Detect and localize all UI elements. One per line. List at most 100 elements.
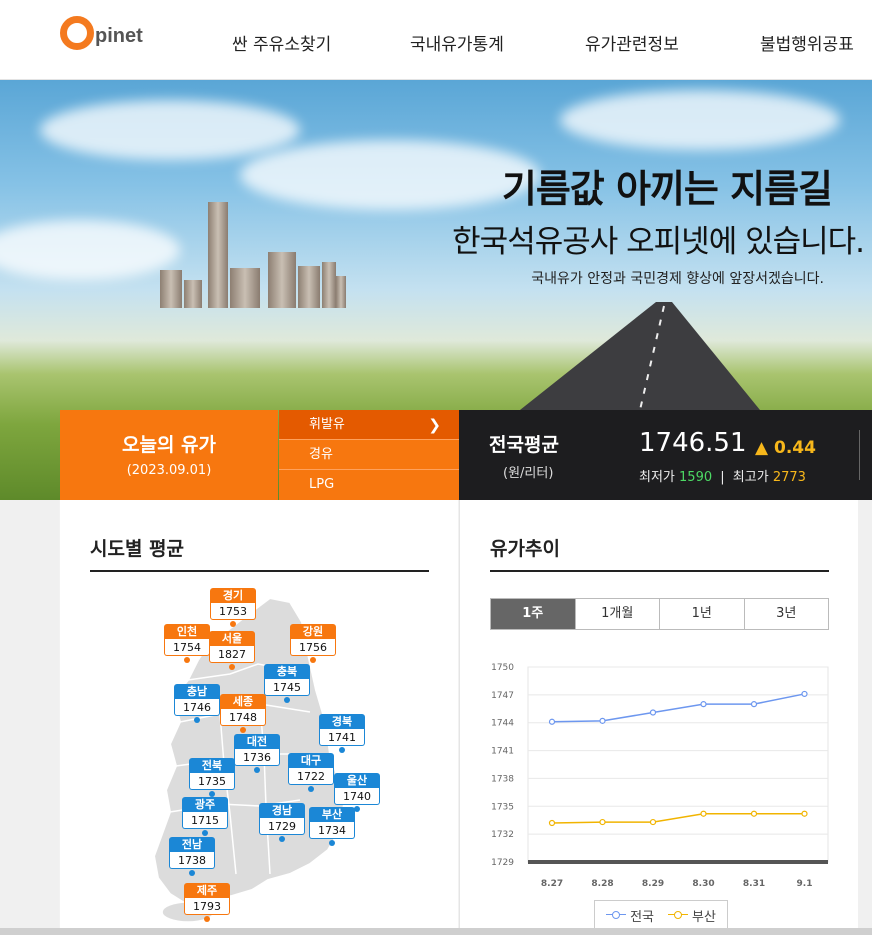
region-value: 1741 [319, 729, 365, 746]
region-incheon[interactable]: 인천 1754 [164, 624, 210, 663]
nav-domestic-stats[interactable]: 국내유가통계 [410, 30, 504, 55]
region-dot [284, 697, 290, 703]
max-price-label: 최고가 [732, 470, 769, 485]
nav-cheap-station[interactable]: 싼 주유소찾기 [232, 30, 331, 55]
top-header: pinet 싼 주유소찾기 국내유가통계 유가관련정보 불법행위공표 [0, 0, 872, 80]
region-gyeongnam[interactable]: 경남 1729 [259, 803, 305, 842]
region-value: 1753 [210, 603, 256, 620]
region-name: 대구 [288, 753, 334, 768]
right-margin [858, 500, 872, 935]
fuel-tab-diesel[interactable]: 경유 [279, 440, 459, 470]
region-daegu[interactable]: 대구 1722 [288, 753, 334, 792]
min-price-label: 최저가 [639, 470, 675, 485]
region-dot [339, 747, 345, 753]
tab-1week[interactable]: 1주 [491, 599, 575, 629]
series-point [548, 819, 556, 827]
region-name: 인천 [164, 624, 210, 639]
series-point [649, 818, 657, 826]
region-dot [310, 657, 316, 663]
region-ulsan[interactable]: 울산 1740 [334, 773, 380, 812]
legend-label: 부산 [692, 909, 716, 925]
y-tick-label: 1738 [491, 774, 514, 784]
region-name: 울산 [334, 773, 380, 788]
national-average-change: ▲ 0.44 [755, 438, 816, 458]
tab-1year[interactable]: 1년 [659, 599, 744, 629]
national-average-value: 1746.51 [639, 428, 747, 458]
legend-item-busan[interactable]: 부산 [668, 906, 716, 925]
fuel-tab-label: 경유 [309, 447, 333, 462]
region-name: 경북 [319, 714, 365, 729]
today-price-date: (2023.09.01) [126, 463, 212, 478]
nav-illegal-disclosure[interactable]: 불법행위공표 [760, 30, 854, 55]
series-point [700, 701, 707, 708]
series-point [801, 690, 808, 698]
series-point [700, 810, 707, 817]
region-dot [279, 836, 285, 842]
fuel-tab-list: 휘발유 ❯ 경유 LPG [279, 410, 459, 500]
nav-price-info[interactable]: 유가관련정보 [585, 30, 679, 55]
region-name: 충북 [264, 664, 310, 679]
region-value: 1748 [220, 709, 266, 726]
national-average-unit: (원/리터) [503, 466, 554, 481]
region-dot [240, 727, 246, 733]
hero-subtitle: 한국석유공사 오피넷에 있습니다. [452, 224, 865, 260]
series-point [599, 717, 606, 724]
x-tick-label: 8.27 [541, 879, 563, 889]
price-trend-chart: 1750 1747 1744 1741 1738 1735 1732 1729 8.27 8.28… [491, 663, 829, 889]
x-tick-label: 9.1 [797, 879, 813, 889]
fuel-tab-gasoline[interactable]: 휘발유 ❯ [279, 410, 459, 440]
fuel-tab-lpg[interactable]: LPG [279, 470, 459, 500]
region-value: 1735 [189, 773, 235, 790]
region-gyeongbuk[interactable]: 경북 1741 [319, 714, 365, 753]
title-underline [90, 570, 429, 572]
left-margin [0, 500, 59, 935]
region-name: 충남 [174, 684, 220, 699]
region-name: 부산 [309, 807, 355, 822]
region-value: 1745 [264, 679, 310, 696]
series-point [599, 818, 606, 826]
y-tick-label: 1741 [491, 747, 514, 757]
today-price-box: 오늘의 유가 (2023.09.01) [60, 410, 278, 500]
price-trend-panel: 유가추이 1주 1개월 1년 3년 1750 1747 1744 1741 1738 17… [459, 500, 858, 930]
region-dot [329, 840, 335, 846]
region-jeonbuk[interactable]: 전북 1735 [189, 758, 235, 797]
region-value: 1793 [184, 898, 230, 915]
region-value: 1738 [169, 852, 215, 869]
x-tick-label: 8.28 [591, 879, 613, 889]
region-jeju[interactable]: 제주 1793 [184, 883, 230, 922]
line-marker-icon [668, 910, 688, 920]
region-value: 1729 [259, 818, 305, 835]
region-gangwon[interactable]: 강원 1756 [290, 624, 336, 663]
min-price-value: 1590 [679, 470, 713, 485]
region-gwangju[interactable]: 광주 1715 [182, 797, 228, 836]
range-separator: | [720, 470, 725, 485]
series-point [548, 718, 556, 725]
region-value: 1827 [209, 646, 255, 663]
region-chungnam[interactable]: 충남 1746 [174, 684, 220, 723]
region-chungbuk[interactable]: 충북 1745 [264, 664, 310, 703]
region-value: 1722 [288, 768, 334, 785]
y-tick-label: 1744 [491, 719, 514, 729]
legend-item-national[interactable]: 전국 [606, 906, 654, 925]
tab-1month[interactable]: 1개월 [574, 599, 659, 629]
region-name: 세종 [220, 694, 266, 709]
series-point [801, 810, 808, 817]
region-seoul[interactable]: 서울 1827 [209, 631, 255, 670]
region-busan[interactable]: 부산 1734 [309, 807, 355, 846]
logo-text: pinet [95, 25, 143, 47]
region-gyeonggi[interactable]: 경기 1753 [210, 588, 256, 627]
region-dot [202, 830, 208, 836]
tab-3years[interactable]: 3년 [743, 599, 828, 629]
y-tick-label: 1750 [491, 663, 514, 673]
region-jeonnam[interactable]: 전남 1738 [169, 837, 215, 876]
region-value: 1740 [334, 788, 380, 805]
trend-panel-title: 유가추이 [490, 538, 560, 560]
region-name: 강원 [290, 624, 336, 639]
region-daejeon[interactable]: 대전 1736 [234, 734, 280, 773]
region-sejong[interactable]: 세종 1748 [220, 694, 266, 733]
divider [859, 430, 860, 480]
region-value: 1734 [309, 822, 355, 839]
region-name: 전북 [189, 758, 235, 773]
opinet-logo[interactable]: pinet [60, 16, 143, 50]
region-dot [184, 657, 190, 663]
